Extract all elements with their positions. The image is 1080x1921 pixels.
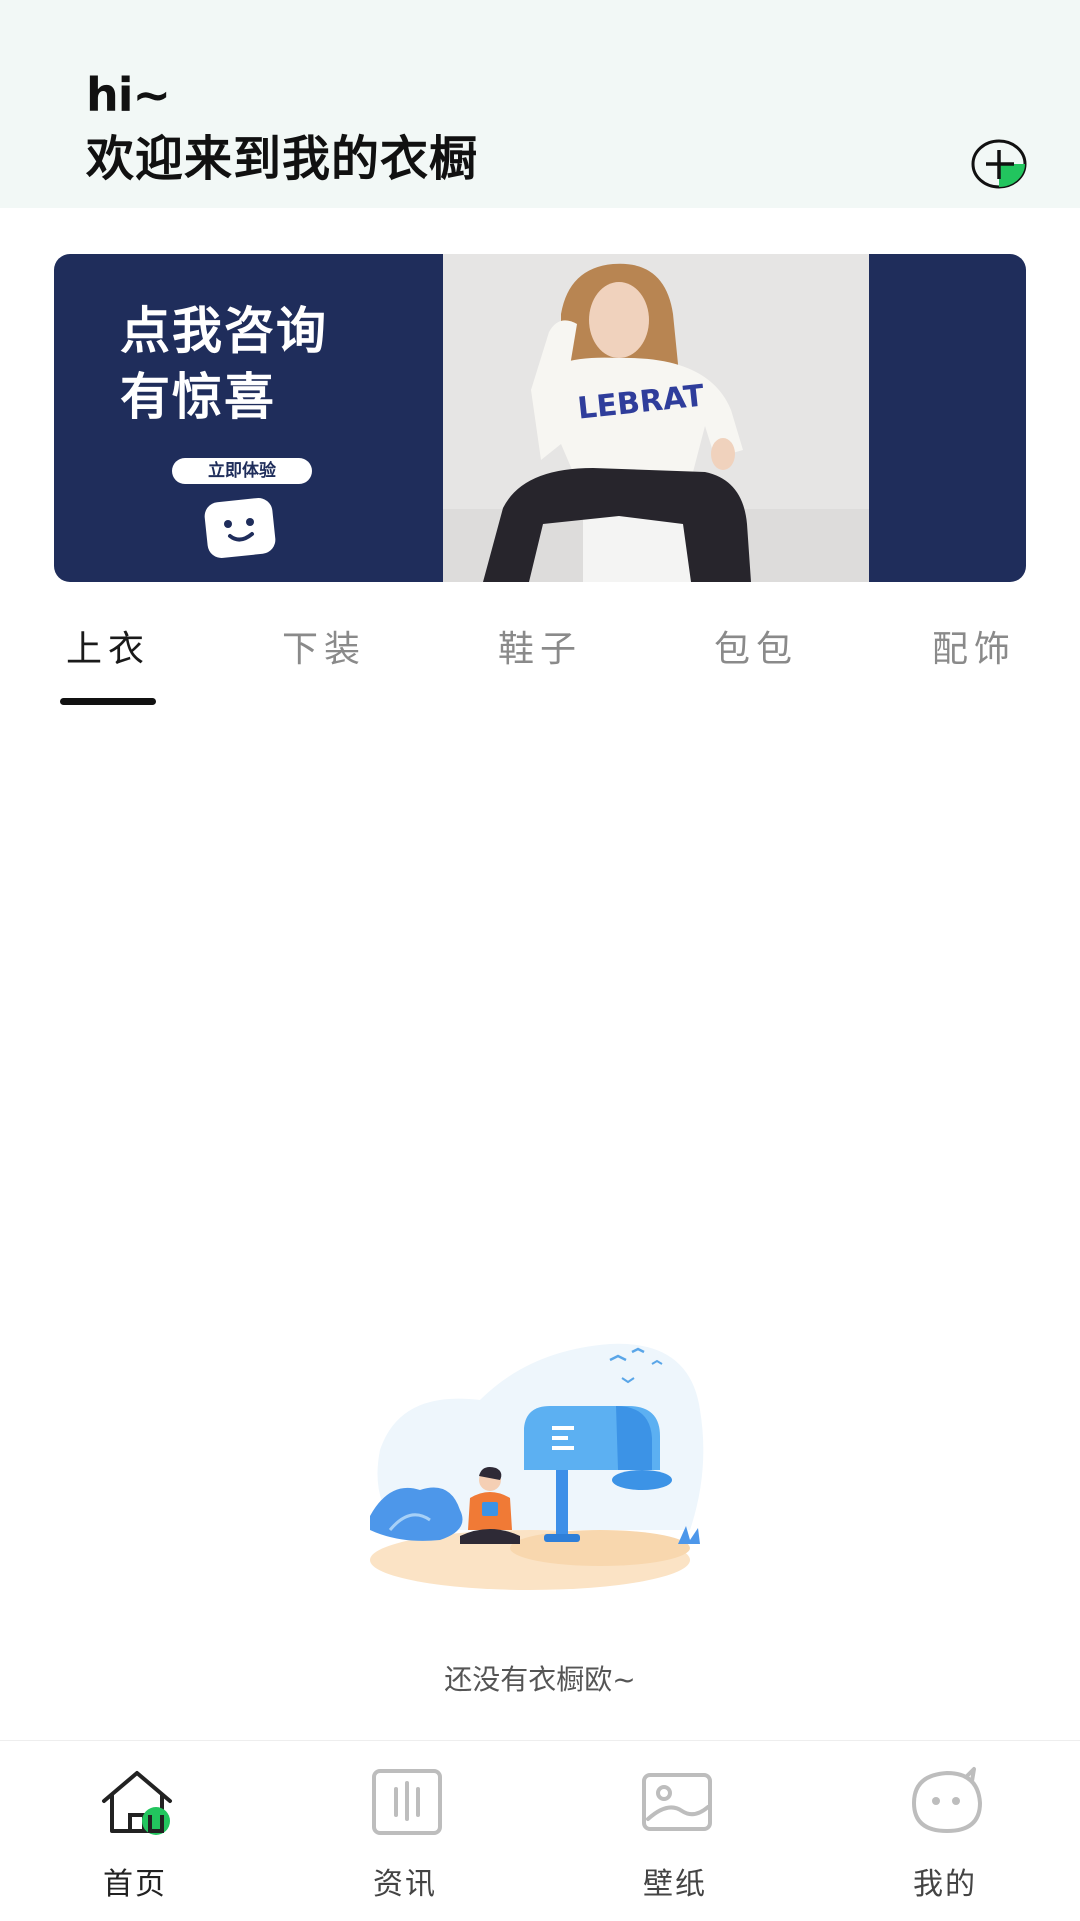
add-circle-icon[interactable] [970, 138, 1028, 190]
wallpaper-icon [642, 1773, 712, 1831]
tab-tops[interactable]: 上衣 [38, 620, 178, 672]
profile-icon [911, 1767, 983, 1834]
nav-label-home: 首页 [103, 1867, 167, 1902]
nav-item-wallpaper[interactable]: 壁纸 [540, 1741, 810, 1921]
tab-bottoms[interactable]: 下装 [254, 620, 394, 672]
nav-item-home[interactable]: 首页 [0, 1741, 270, 1921]
banner-title-line1: 点我咨询 [120, 302, 328, 360]
banner-photo: LEBRAT [443, 254, 869, 582]
tab-indicator [60, 698, 156, 705]
banner-cta-button[interactable]: 立即体验 [172, 458, 312, 484]
banner-title: 点我咨询 有惊喜 [120, 298, 328, 430]
empty-mailbox-illustration [370, 1343, 704, 1590]
nav-label-wallpaper: 壁纸 [643, 1867, 707, 1902]
nav-item-news[interactable]: 资讯 [270, 1741, 540, 1921]
tab-bags[interactable]: 包包 [686, 620, 826, 672]
news-icon [372, 1769, 442, 1835]
promo-banner[interactable]: 点我咨询 有惊喜 立即体验 LEBRAT [54, 254, 1026, 582]
home-icon [102, 1771, 172, 1835]
banner-title-line2: 有惊喜 [120, 368, 276, 426]
bottom-nav: 首页 资讯 壁纸 我的 [0, 1740, 1080, 1921]
category-tabs: 上衣 下装 鞋子 包包 配饰 [0, 612, 1080, 712]
smiley-icon [204, 497, 276, 559]
empty-state-text: 还没有衣橱欧~ [444, 1663, 636, 1696]
nav-label-profile: 我的 [913, 1867, 977, 1902]
welcome-title: 欢迎来到我的衣橱 [86, 131, 479, 187]
nav-label-news: 资讯 [373, 1867, 437, 1902]
header: hi~ 欢迎来到我的衣橱 [0, 0, 1080, 208]
nav-item-profile[interactable]: 我的 [810, 1741, 1080, 1921]
tab-accessories[interactable]: 配饰 [904, 620, 1044, 672]
tab-shoes[interactable]: 鞋子 [470, 620, 610, 672]
greeting-text: hi~ [86, 68, 171, 122]
